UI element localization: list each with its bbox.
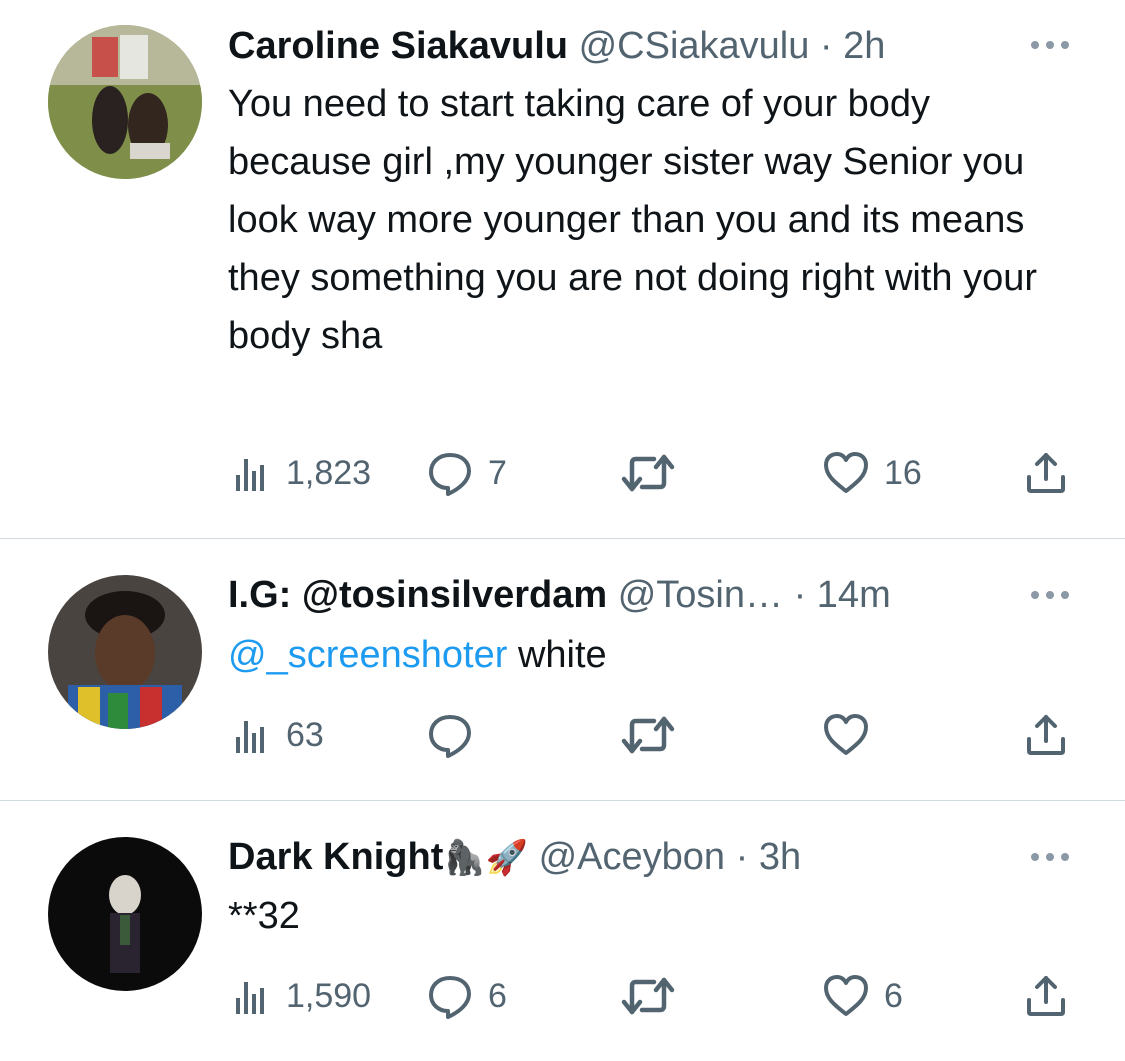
- views-button[interactable]: 1,823: [232, 448, 371, 498]
- like-icon: [822, 449, 870, 497]
- tweet-text: **32: [228, 895, 300, 937]
- tweet-header: I.G: @tosinsilverdam @Tosin… · 14m: [228, 573, 891, 617]
- views-button[interactable]: 1,590: [232, 971, 371, 1021]
- views-icon: [232, 453, 272, 493]
- user-handle[interactable]: @Tosin…: [618, 574, 783, 616]
- share-button[interactable]: [1024, 710, 1068, 760]
- tweet-2[interactable]: I.G: @tosinsilverdam @Tosin… · 14m @_scr…: [0, 539, 1125, 800]
- avatar-photo: [48, 25, 202, 179]
- display-name[interactable]: Dark Knight: [228, 836, 443, 878]
- reply-icon: [426, 711, 474, 759]
- avatar-photo: [48, 575, 202, 729]
- timestamp[interactable]: 3h: [759, 836, 801, 878]
- share-button[interactable]: [1024, 971, 1068, 1021]
- share-icon: [1024, 713, 1068, 757]
- share-button[interactable]: [1024, 448, 1068, 498]
- display-name[interactable]: Caroline Siakavulu: [228, 25, 568, 67]
- like-icon: [822, 972, 870, 1020]
- reply-icon: [426, 972, 474, 1020]
- action-bar: 1,590 6 6: [228, 971, 1078, 1021]
- like-button[interactable]: 6: [822, 971, 903, 1021]
- name-emoji: 🦍🚀: [443, 838, 529, 878]
- tweet-header: Dark Knight🦍🚀 @Aceybon · 3h: [228, 835, 801, 879]
- share-icon: [1024, 451, 1068, 495]
- retweet-button[interactable]: [620, 710, 690, 760]
- avatar-photo: [48, 837, 202, 991]
- share-icon: [1024, 974, 1068, 1018]
- tweet-1[interactable]: Caroline Siakavulu @CSiakavulu · 2h You …: [0, 0, 1125, 538]
- views-icon: [232, 976, 272, 1016]
- user-handle[interactable]: @CSiakavulu: [579, 25, 810, 67]
- display-name[interactable]: I.G: @tosinsilverdam: [228, 574, 607, 616]
- retweet-icon: [620, 449, 676, 497]
- retweet-button[interactable]: [620, 448, 690, 498]
- more-icon[interactable]: [1028, 30, 1072, 60]
- retweet-icon: [620, 972, 676, 1020]
- tweet-header: Caroline Siakavulu @CSiakavulu · 2h: [228, 24, 885, 68]
- tweet-text: @_screenshoter white: [228, 626, 1058, 684]
- reply-button[interactable]: 7: [426, 448, 507, 498]
- views-button[interactable]: 63: [232, 710, 324, 760]
- timestamp[interactable]: 14m: [817, 574, 891, 616]
- action-bar: 63: [228, 710, 1078, 760]
- timestamp[interactable]: 2h: [843, 25, 885, 67]
- more-icon[interactable]: [1028, 842, 1072, 872]
- separator: ·: [725, 836, 759, 878]
- like-count: 6: [884, 976, 903, 1015]
- avatar[interactable]: [48, 575, 202, 729]
- user-handle[interactable]: @Aceybon: [539, 836, 725, 878]
- mention-link[interactable]: @_screenshoter: [228, 634, 507, 676]
- views-count: 1,590: [286, 976, 372, 1015]
- avatar[interactable]: [48, 837, 202, 991]
- views-count: 63: [286, 715, 324, 754]
- tweet-text-rest: white: [507, 634, 607, 676]
- views-count: 1,823: [286, 453, 372, 492]
- avatar[interactable]: [48, 25, 202, 179]
- like-icon: [822, 711, 870, 759]
- action-bar: 1,823 7 16: [228, 448, 1078, 498]
- reply-button[interactable]: [426, 710, 488, 760]
- retweet-button[interactable]: [620, 971, 690, 1021]
- like-count: 16: [884, 453, 922, 492]
- reply-count: 7: [488, 453, 507, 492]
- separator: ·: [783, 574, 817, 616]
- retweet-icon: [620, 711, 676, 759]
- like-button[interactable]: [822, 710, 884, 760]
- tweet-text: You need to start taking care of your bo…: [228, 83, 1038, 357]
- separator: ·: [809, 25, 844, 67]
- tweet-3[interactable]: Dark Knight🦍🚀 @Aceybon · 3h **32 1,590 6…: [0, 801, 1125, 1061]
- reply-icon: [426, 449, 474, 497]
- reply-count: 6: [488, 976, 507, 1015]
- reply-button[interactable]: 6: [426, 971, 507, 1021]
- more-icon[interactable]: [1028, 580, 1072, 610]
- views-icon: [232, 715, 272, 755]
- like-button[interactable]: 16: [822, 448, 922, 498]
